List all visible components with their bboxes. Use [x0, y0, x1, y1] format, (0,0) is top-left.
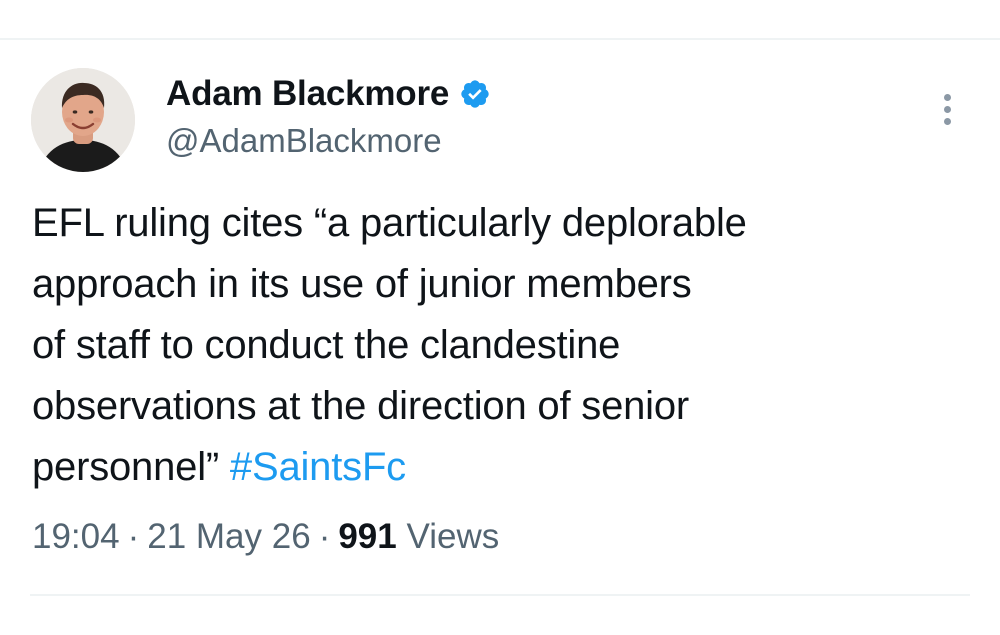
hashtag-link[interactable]: #SaintsFc — [230, 445, 406, 489]
more-dot-2 — [944, 106, 951, 113]
tweet-meta: 19:04 · 21 May 26 · 991 Views — [32, 517, 499, 557]
more-vertical-icon[interactable] — [928, 88, 968, 132]
more-dot-1 — [944, 94, 951, 101]
avatar[interactable] — [31, 68, 135, 172]
top-divider — [0, 38, 1000, 40]
name-row: Adam Blackmore — [166, 74, 491, 114]
tweet-time[interactable]: 19:04 — [32, 517, 120, 556]
more-dot-3 — [944, 118, 951, 125]
avatar-photo — [31, 68, 135, 172]
author-display-name[interactable]: Adam Blackmore — [166, 74, 449, 114]
meta-separator: · — [127, 517, 140, 556]
tweet-text: EFL ruling cites “a particularly deplora… — [32, 193, 932, 498]
author-handle[interactable]: @AdamBlackmore — [166, 122, 491, 160]
verified-badge-icon — [459, 78, 491, 110]
author-block: Adam Blackmore @AdamBlackmore — [166, 74, 491, 160]
bottom-divider — [30, 594, 970, 596]
views-count: 991 — [338, 517, 397, 556]
views-label: Views — [406, 517, 500, 556]
meta-separator: · — [318, 517, 331, 556]
tweet-date[interactable]: 21 May 26 — [147, 517, 310, 556]
